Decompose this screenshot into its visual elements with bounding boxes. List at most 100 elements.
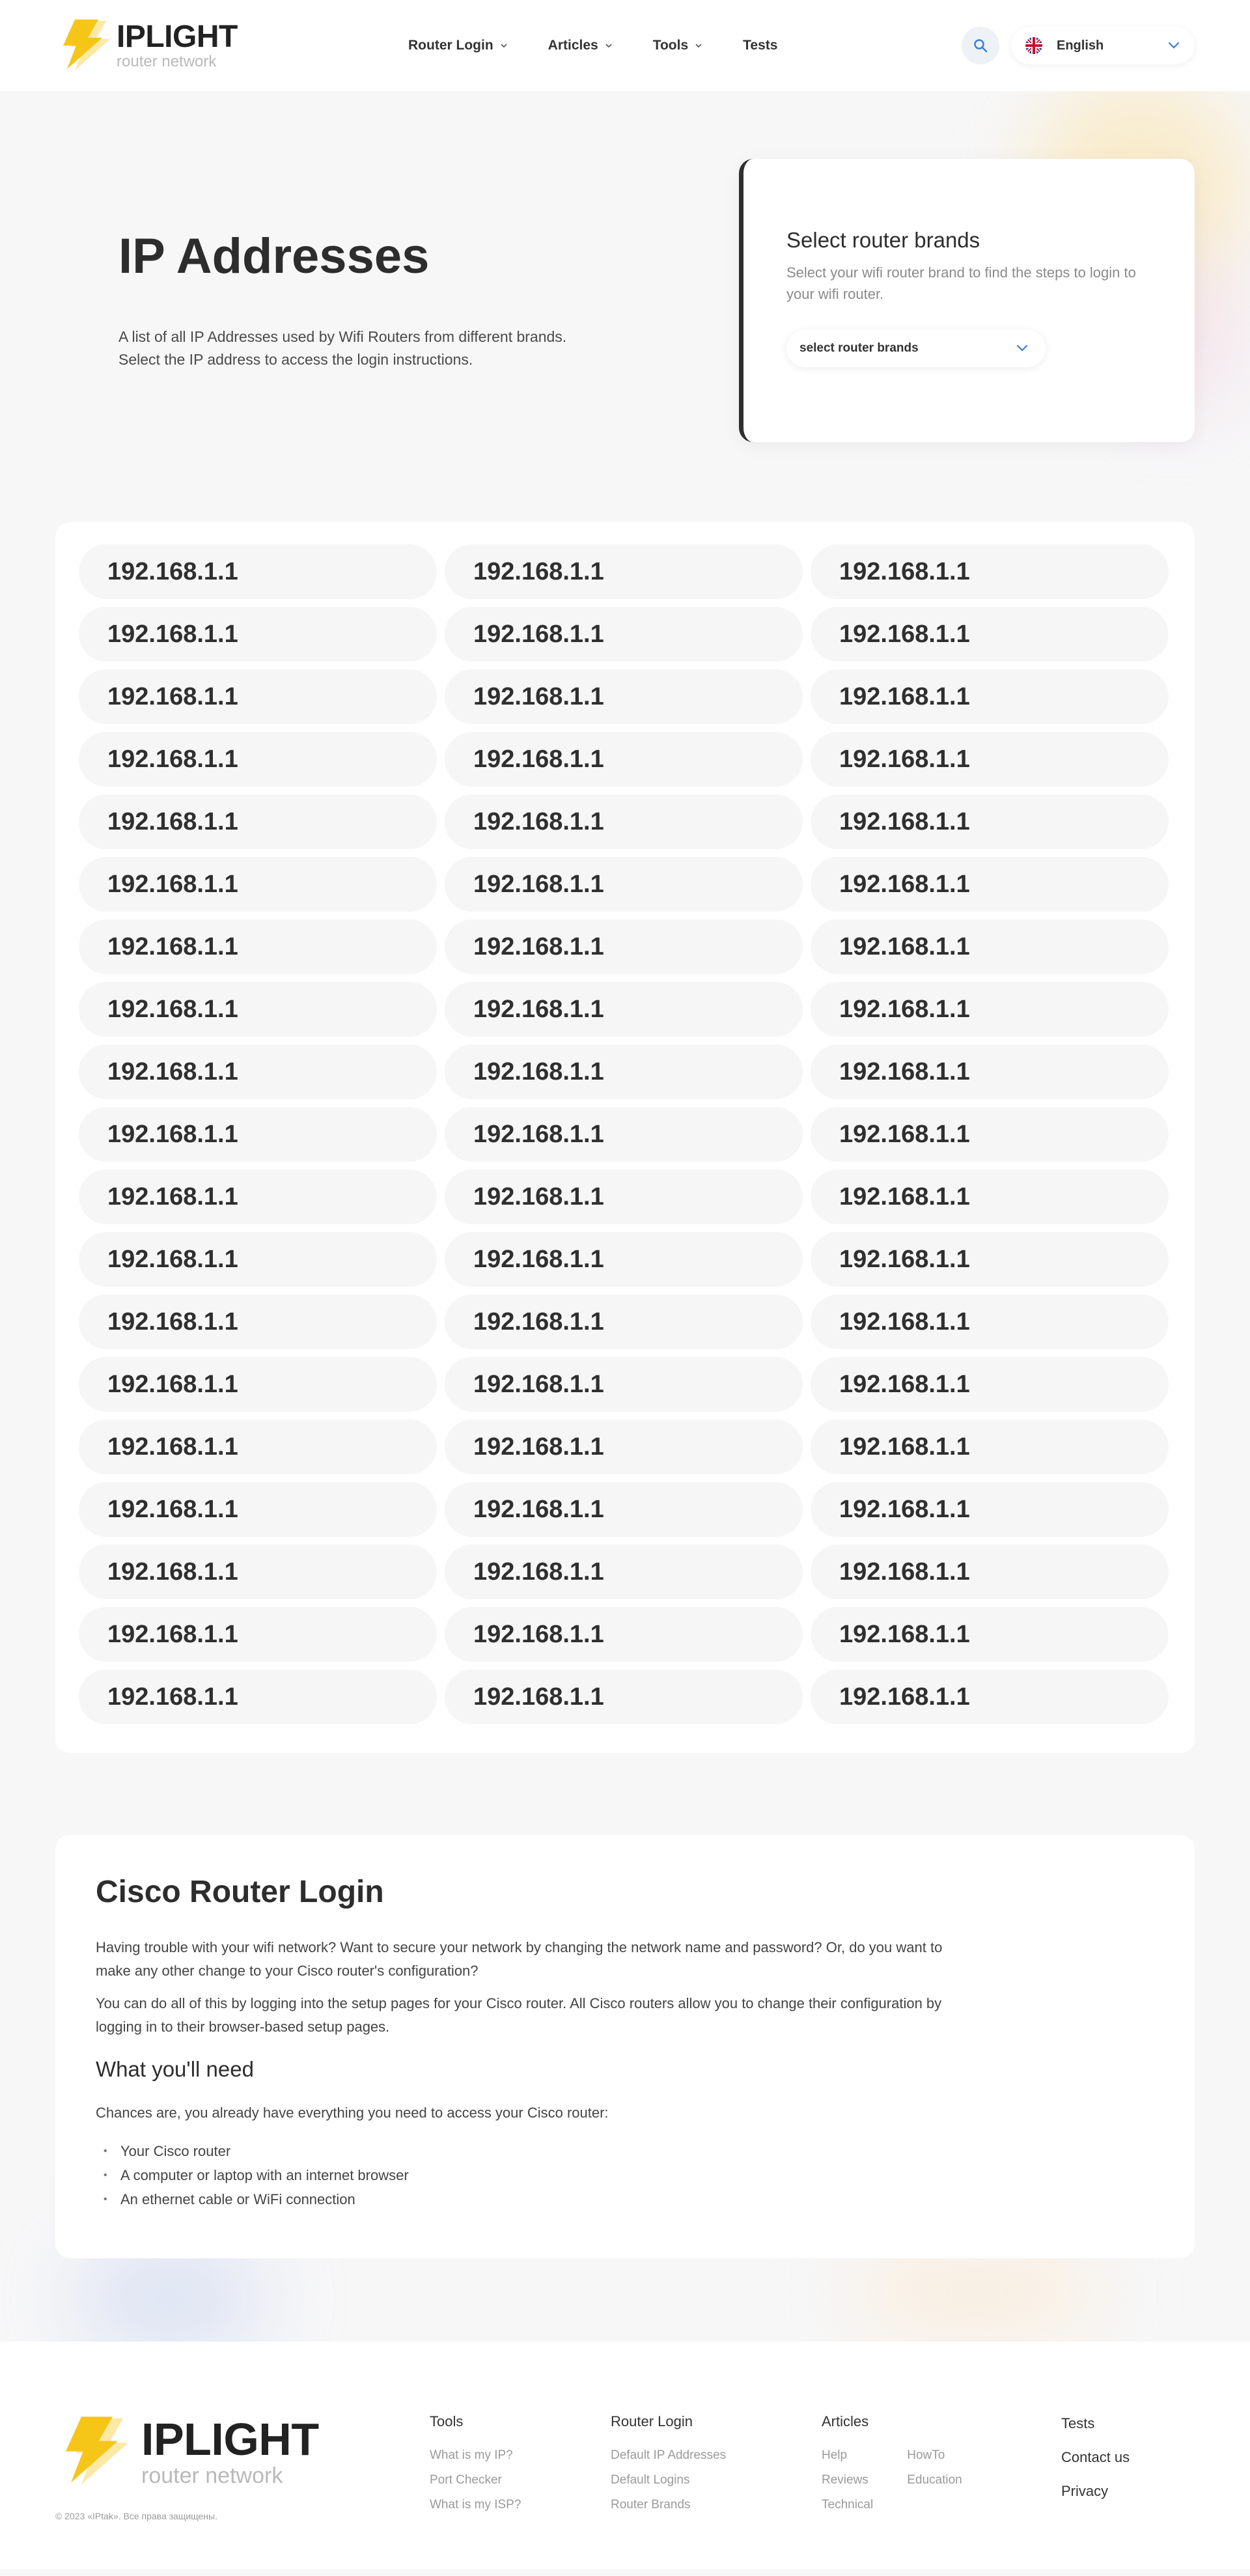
ip-address-link[interactable]: 192.168.1.1 [811,1044,1169,1099]
ip-address-link[interactable]: 192.168.1.1 [445,794,803,849]
ip-address-link[interactable]: 192.168.1.1 [445,607,803,662]
footer-link[interactable]: What is my IP? [430,2443,521,2468]
footer-link[interactable]: Technical [822,2493,873,2517]
ip-address-link[interactable]: 192.168.1.1 [445,1107,803,1162]
ip-address-link[interactable]: 192.168.1.1 [79,1670,437,1724]
footer-column-title: Tools [430,2413,464,2429]
ip-address-link[interactable]: 192.168.1.1 [445,544,803,599]
ip-address-link[interactable]: 192.168.1.1 [79,857,437,912]
footer-link-tests[interactable]: Tests [1061,2407,1130,2441]
footer-link[interactable]: Reviews [822,2468,873,2493]
ip-address-link[interactable]: 192.168.1.1 [79,607,437,662]
ip-address-link[interactable]: 192.168.1.1 [445,857,803,912]
footer-link[interactable]: What is my ISP? [430,2493,521,2517]
search-button[interactable] [962,27,999,64]
ip-address-link[interactable]: 192.168.1.1 [811,1545,1169,1599]
ip-address-link[interactable]: 192.168.1.1 [811,732,1169,787]
footer-link[interactable]: Default IP Addresses [611,2443,726,2468]
ip-address-link[interactable]: 192.168.1.1 [445,1545,803,1599]
ip-address-link[interactable]: 192.168.1.1 [79,794,437,849]
footer-logo-subtitle: router network [141,2463,283,2488]
nav-item-router-login[interactable]: Router Login [408,38,508,53]
ip-address-link[interactable]: 192.168.1.1 [811,982,1169,1037]
nav-item-articles[interactable]: Articles [548,38,613,53]
article-title: Cisco Router Login [96,1875,384,1909]
ip-address-link[interactable]: 192.168.1.1 [811,1420,1169,1474]
nav-item-tests[interactable]: Tests [743,38,777,53]
chevron-down-icon [605,44,612,48]
ip-address-link[interactable]: 192.168.1.1 [445,1044,803,1099]
router-brand-select[interactable]: select router brands [786,329,1046,367]
footer-link[interactable]: Router Brands [611,2493,726,2517]
ip-address-link[interactable]: 192.168.1.1 [445,982,803,1037]
article-paragraph: You can do all of this by logging into t… [96,1995,942,2035]
site-header: IPLIGHT router network Router Login Arti… [0,0,1250,91]
ip-address-link[interactable]: 192.168.1.1 [445,1232,803,1287]
ip-address-link[interactable]: 192.168.1.1 [79,669,437,724]
ip-address-link[interactable]: 192.168.1.1 [811,1295,1169,1349]
ip-address-link[interactable]: 192.168.1.1 [811,1357,1169,1412]
page-title: IP Addresses [118,229,430,284]
ip-address-link[interactable]: 192.168.1.1 [79,1107,437,1162]
ip-address-link[interactable]: 192.168.1.1 [445,1607,803,1662]
ip-address-link[interactable]: 192.168.1.1 [811,1169,1169,1224]
ip-address-link[interactable]: 192.168.1.1 [79,1607,437,1662]
list-item: A computer or laptop with an internet br… [96,2163,1154,2187]
ip-address-link[interactable]: 192.168.1.1 [811,669,1169,724]
ip-address-link[interactable]: 192.168.1.1 [79,1232,437,1287]
ip-address-link[interactable]: 192.168.1.1 [811,1482,1169,1537]
ip-address-link[interactable]: 192.168.1.1 [79,982,437,1037]
main-nav: Router Login Articles Tools Tests [408,38,777,53]
footer-link[interactable]: Port Checker [430,2468,521,2493]
ip-address-link[interactable]: 192.168.1.1 [811,607,1169,662]
footer-link[interactable]: HowTo [907,2443,962,2468]
nav-label: Articles [548,38,598,53]
ip-address-link[interactable]: 192.168.1.1 [445,1295,803,1349]
ip-address-link[interactable]: 192.168.1.1 [445,1169,803,1224]
ip-address-link[interactable]: 192.168.1.1 [811,1232,1169,1287]
header-logo[interactable]: IPLIGHT router network [55,18,329,74]
ip-address-link[interactable]: 192.168.1.1 [79,1357,437,1412]
article-paragraph: Chances are, you already have everything… [96,2105,609,2121]
uk-flag-icon [1025,37,1042,54]
ip-address-link[interactable]: 192.168.1.1 [445,1420,803,1474]
ip-address-link[interactable]: 192.168.1.1 [79,1482,437,1537]
ip-address-link[interactable]: 192.168.1.1 [445,919,803,974]
ip-address-link[interactable]: 192.168.1.1 [811,1607,1169,1662]
footer-link-contact[interactable]: Contact us [1061,2441,1130,2474]
logo-subtitle: router network [117,53,217,70]
ip-address-link[interactable]: 192.168.1.1 [79,732,437,787]
ip-address-link[interactable]: 192.168.1.1 [811,919,1169,974]
chevron-down-icon [1016,344,1028,352]
search-icon [974,39,988,53]
ip-address-link[interactable]: 192.168.1.1 [79,1420,437,1474]
ip-address-link[interactable]: 192.168.1.1 [811,544,1169,599]
ip-address-link[interactable]: 192.168.1.1 [79,919,437,974]
ip-address-link[interactable]: 192.168.1.1 [79,1169,437,1224]
ip-address-link[interactable]: 192.168.1.1 [445,1670,803,1724]
ip-address-link[interactable]: 192.168.1.1 [811,794,1169,849]
footer-column-router-login: Router Login Default IP Addresses Defaul… [611,2413,726,2517]
ip-address-link[interactable]: 192.168.1.1 [445,1357,803,1412]
ip-address-link[interactable]: 192.168.1.1 [79,1295,437,1349]
logo-title: IPLIGHT [117,20,238,54]
ip-address-link[interactable]: 192.168.1.1 [811,857,1169,912]
header-actions: English [962,27,1195,64]
footer-link[interactable]: Help [822,2443,873,2468]
footer-link[interactable]: Default Logins [611,2468,726,2493]
ip-address-link[interactable]: 192.168.1.1 [79,1044,437,1099]
ip-address-link[interactable]: 192.168.1.1 [811,1107,1169,1162]
ip-address-link[interactable]: 192.168.1.1 [79,544,437,599]
footer-logo[interactable]: IPLIGHT router network [55,2415,319,2488]
ip-address-link[interactable]: 192.168.1.1 [811,1670,1169,1724]
chevron-down-icon [501,44,507,48]
footer-link-privacy[interactable]: Privacy [1061,2474,1130,2508]
footer-link[interactable]: Education [907,2468,962,2493]
ip-address-link[interactable]: 192.168.1.1 [445,732,803,787]
ip-address-link[interactable]: 192.168.1.1 [79,1545,437,1599]
nav-item-tools[interactable]: Tools [653,38,702,53]
ip-address-link[interactable]: 192.168.1.1 [445,669,803,724]
ip-address-link[interactable]: 192.168.1.1 [445,1482,803,1537]
language-select[interactable]: English [1011,27,1195,64]
footer-column-misc: Tests Contact us Privacy [1061,2407,1130,2508]
